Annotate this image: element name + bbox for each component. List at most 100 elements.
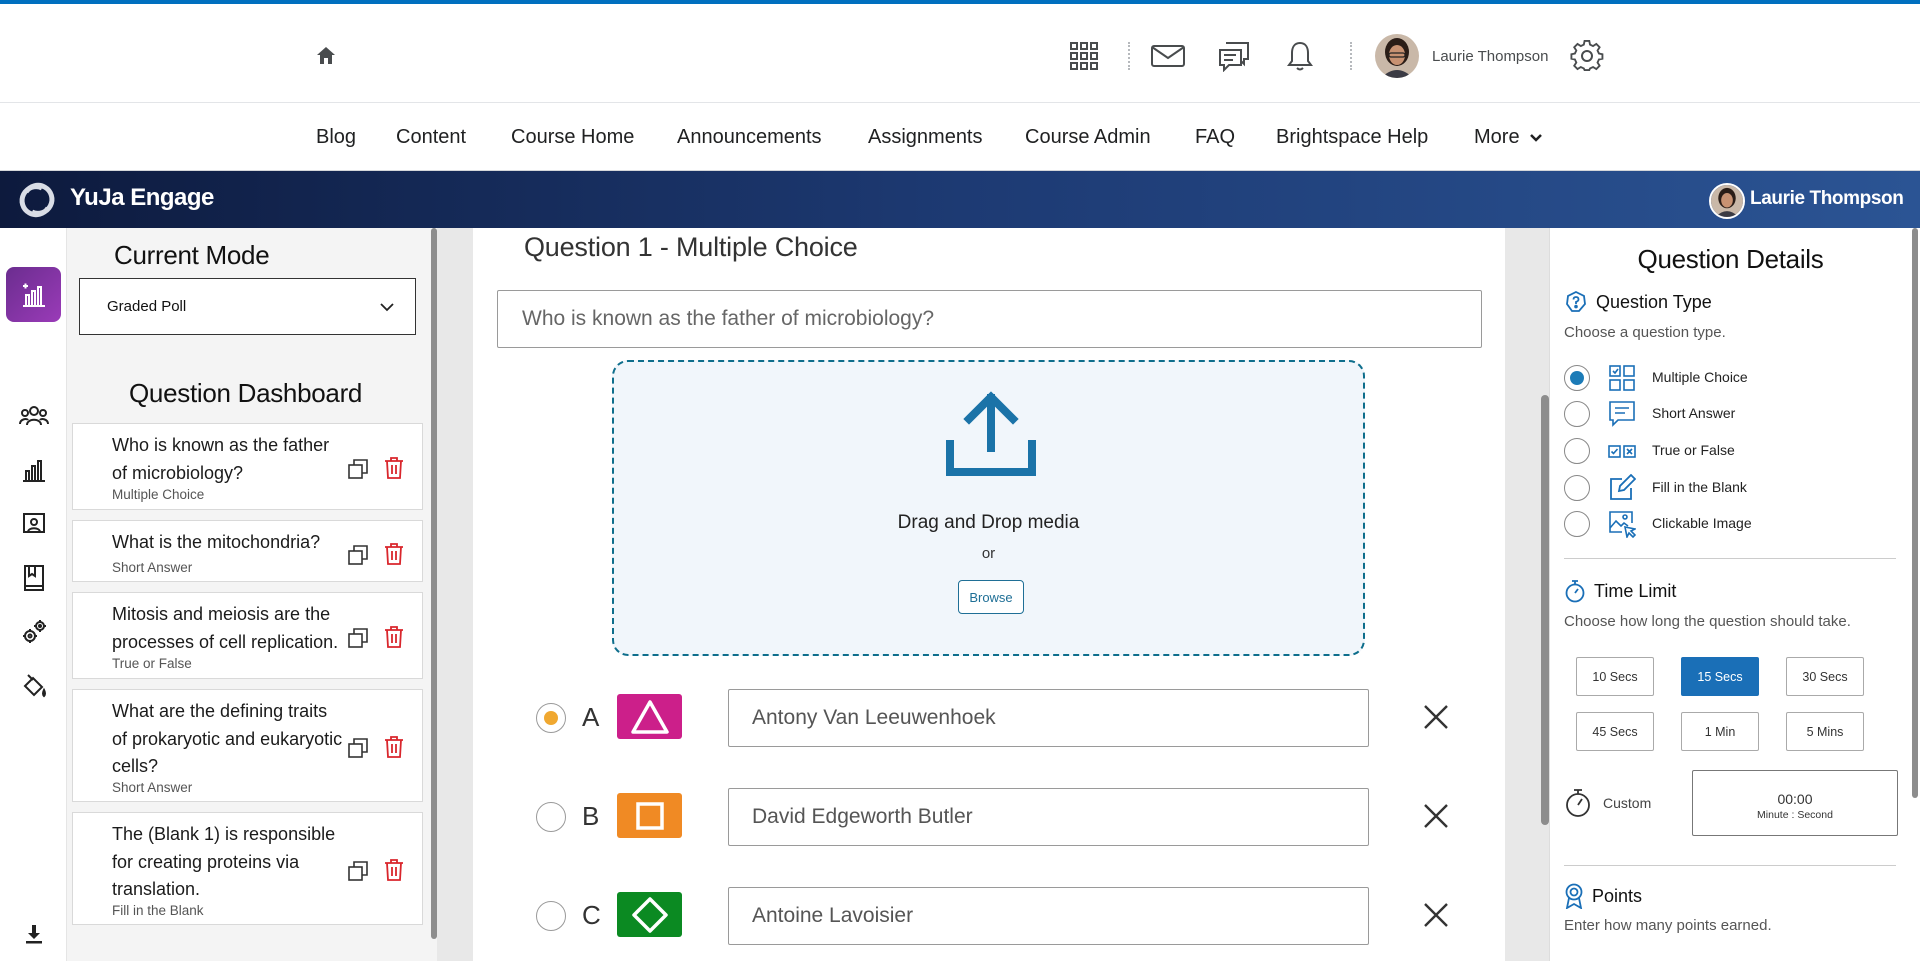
question-card[interactable]: What is the mitochondria? Short Answer <box>72 520 423 582</box>
bell-icon[interactable] <box>1282 38 1318 74</box>
nav-assignments[interactable]: Assignments <box>868 126 983 149</box>
question-text-value: Who is known as the father of microbiolo… <box>522 307 935 330</box>
delete-icon[interactable] <box>382 625 406 649</box>
rail-analytics-icon[interactable] <box>16 452 52 488</box>
question-card[interactable]: What are the defining traits of prokaryo… <box>72 689 423 802</box>
nav-blog[interactable]: Blog <box>316 126 356 149</box>
gutter <box>1505 228 1541 961</box>
editor-scrollbar[interactable] <box>1541 395 1549 825</box>
question-type-option[interactable]: True or False <box>1564 435 1884 465</box>
chat-icon[interactable] <box>1216 38 1252 74</box>
nav-content[interactable]: Content <box>396 126 466 149</box>
correct-answer-radio[interactable] <box>536 703 566 733</box>
nav-faq[interactable]: FAQ <box>1195 126 1235 149</box>
question-type-radio[interactable] <box>1564 365 1590 391</box>
remove-answer-icon[interactable] <box>1420 899 1452 931</box>
question-type-radio[interactable] <box>1564 401 1590 427</box>
time-option-button[interactable]: 1 Min <box>1681 712 1759 751</box>
app-grid-icon[interactable] <box>1066 38 1102 74</box>
question-type-radio[interactable] <box>1564 511 1590 537</box>
separator <box>1350 42 1352 70</box>
correct-answer-radio[interactable] <box>536 901 566 931</box>
question-type-option[interactable]: Short Answer <box>1564 398 1884 428</box>
question-card[interactable]: Mitosis and meiosis are the processes of… <box>72 592 423 679</box>
nav-more[interactable]: More <box>1474 126 1543 149</box>
square-icon <box>617 793 682 838</box>
yuja-title: YuJa Engage <box>70 184 214 211</box>
time-limit-hint: Choose how long the question should take… <box>1564 613 1851 630</box>
points-label: Points <box>1592 885 1643 906</box>
yuja-user-name[interactable]: Laurie Thompson <box>1750 188 1904 210</box>
chevron-down-icon <box>380 303 394 312</box>
duplicate-icon[interactable] <box>346 457 370 481</box>
chevron-down-icon <box>1530 133 1543 142</box>
remove-answer-icon[interactable] <box>1420 701 1452 733</box>
download-icon[interactable] <box>16 916 52 952</box>
question-type-radio[interactable] <box>1564 475 1590 501</box>
settings-gear-icon[interactable] <box>1569 38 1605 74</box>
mode-select[interactable]: Graded Poll <box>79 278 416 335</box>
home-icon[interactable] <box>314 44 338 68</box>
correct-answer-radio[interactable] <box>536 802 566 832</box>
time-option-button[interactable]: 15 Secs <box>1681 657 1759 696</box>
fill-blank-edit-icon <box>1610 474 1636 500</box>
question-type-label: Multiple Choice <box>1652 369 1748 385</box>
question-type-option[interactable]: Fill in the Blank <box>1564 472 1884 502</box>
stopwatch-icon <box>1566 789 1590 817</box>
answer-input[interactable]: David Edgeworth Butler <box>728 788 1369 846</box>
answer-row: A Antony Van Leeuwenhoek <box>473 688 1505 748</box>
question-card-type: Short Answer <box>112 780 193 795</box>
duplicate-icon[interactable] <box>346 543 370 567</box>
time-option-button[interactable]: 45 Secs <box>1576 712 1654 751</box>
question-type-label: True or False <box>1652 442 1735 458</box>
delete-icon[interactable] <box>382 542 406 566</box>
answer-input-value: Antony Van Leeuwenhoek <box>752 706 996 729</box>
question-editor: Question 1 - Multiple Choice Who is know… <box>473 228 1505 961</box>
user-avatar[interactable] <box>1375 34 1419 78</box>
user-name[interactable]: Laurie Thompson <box>1432 48 1548 65</box>
time-option-button[interactable]: 30 Secs <box>1786 657 1864 696</box>
time-option-button[interactable]: 5 Mins <box>1786 712 1864 751</box>
yuja-user-avatar[interactable] <box>1709 183 1745 219</box>
question-type-label: Clickable Image <box>1652 515 1752 531</box>
answer-input[interactable]: Antoine Lavoisier <box>728 887 1369 945</box>
duplicate-icon[interactable] <box>346 736 370 760</box>
details-scrollbar[interactable] <box>1912 228 1918 798</box>
question-text-input[interactable]: Who is known as the father of microbiolo… <box>497 290 1482 348</box>
question-type-option[interactable]: Clickable Image <box>1564 508 1884 538</box>
duplicate-icon[interactable] <box>346 626 370 650</box>
duplicate-icon[interactable] <box>346 859 370 883</box>
nav-announcements[interactable]: Announcements <box>677 126 822 149</box>
question-type-option[interactable]: Multiple Choice <box>1564 362 1884 392</box>
answer-letter: C <box>582 900 601 930</box>
rail-settings-icon[interactable] <box>16 614 52 650</box>
rail-users-icon[interactable] <box>16 398 52 434</box>
question-card[interactable]: Who is known as the father of microbiolo… <box>72 423 423 510</box>
top-bar: Laurie Thompson <box>0 4 1920 103</box>
rail-gradebook-icon[interactable] <box>16 560 52 596</box>
delete-icon[interactable] <box>382 858 406 882</box>
yuja-logo-icon <box>12 180 62 220</box>
custom-time-input[interactable]: 00:00 Minute : Second <box>1692 770 1898 836</box>
remove-answer-icon[interactable] <box>1420 800 1452 832</box>
question-type-radio[interactable] <box>1564 438 1590 464</box>
rail-polls-icon[interactable] <box>6 267 61 322</box>
left-panel: Current Mode Graded Poll Question Dashbo… <box>67 228 437 961</box>
question-card-type: Fill in the Blank <box>112 903 204 918</box>
nav-course-home[interactable]: Course Home <box>511 126 634 149</box>
question-card[interactable]: The (Blank 1) is responsible for creatin… <box>72 812 423 925</box>
nav-brightspace-help[interactable]: Brightspace Help <box>1276 126 1428 149</box>
browse-button[interactable]: Browse <box>958 580 1024 614</box>
question-card-text: The (Blank 1) is responsible for creatin… <box>112 824 336 899</box>
time-option-button[interactable]: 10 Secs <box>1576 657 1654 696</box>
answer-input[interactable]: Antony Van Leeuwenhoek <box>728 689 1369 747</box>
rail-theme-icon[interactable] <box>16 668 52 704</box>
nav-course-admin[interactable]: Course Admin <box>1025 126 1151 149</box>
rail-presentation-icon[interactable] <box>16 506 52 542</box>
mail-icon[interactable] <box>1150 38 1186 74</box>
delete-icon[interactable] <box>382 735 406 759</box>
question-card-text: Who is known as the father of microbiolo… <box>112 435 330 483</box>
media-dropzone[interactable]: Drag and Drop media or Browse <box>612 360 1365 656</box>
custom-time-format: Minute : Second <box>1757 809 1833 821</box>
delete-icon[interactable] <box>382 456 406 480</box>
